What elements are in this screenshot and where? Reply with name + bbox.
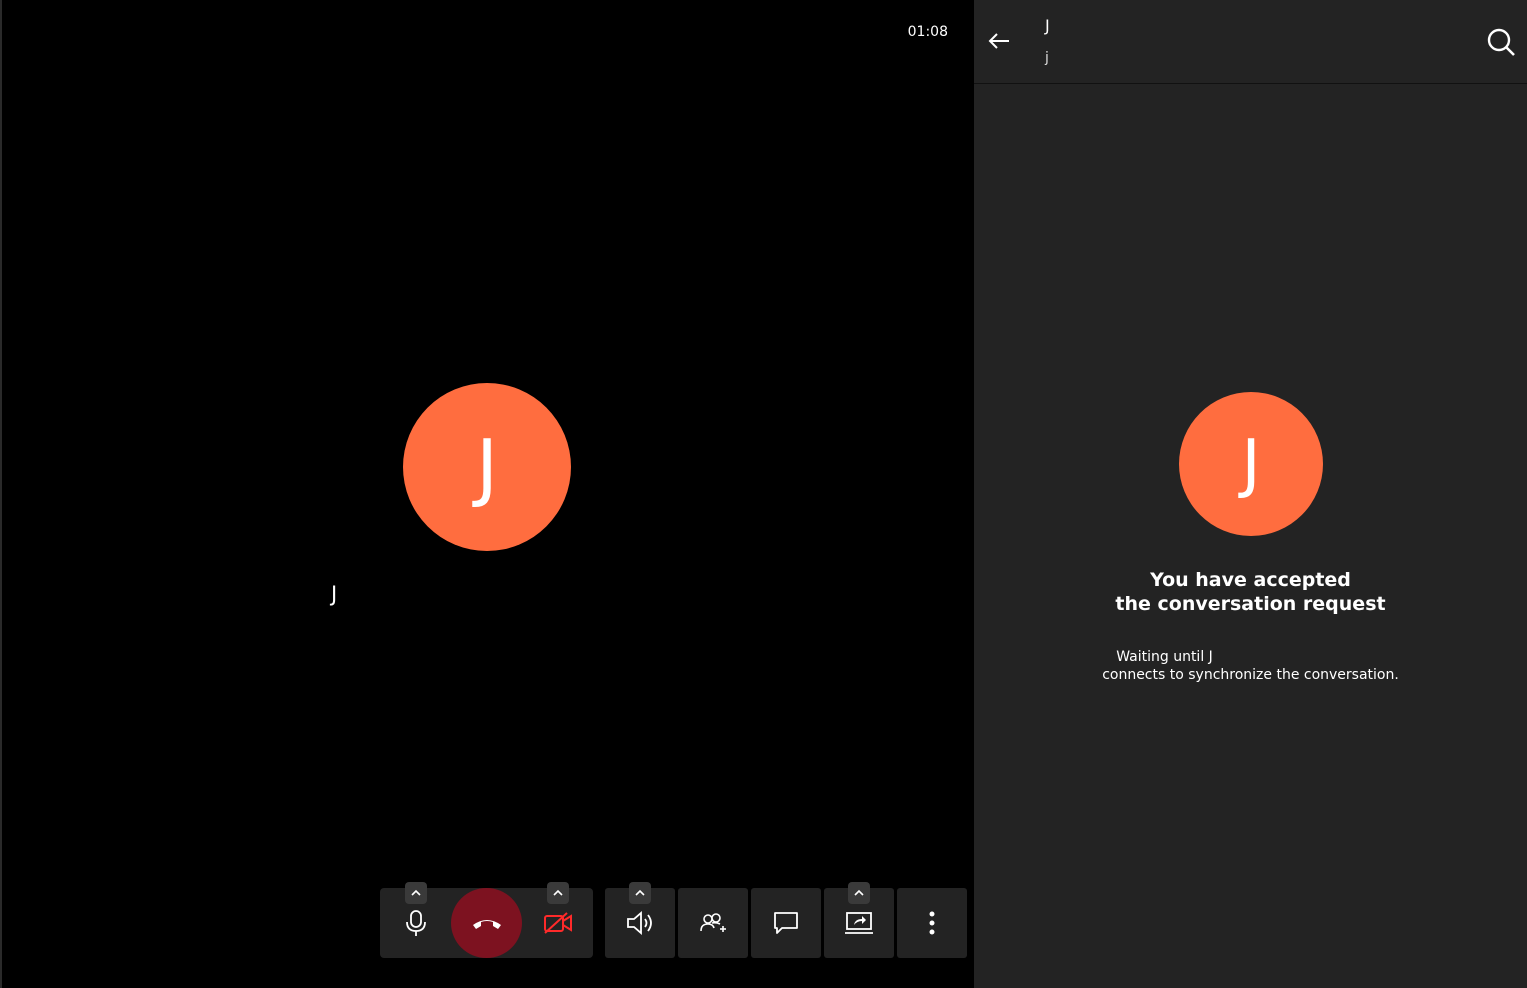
chat-button[interactable] bbox=[751, 888, 821, 958]
hangup-button[interactable] bbox=[451, 888, 522, 958]
camera-options-caret[interactable] bbox=[546, 882, 569, 904]
chat-panel: J j J You have accepted the conversation… bbox=[974, 0, 1527, 988]
screen-share-button[interactable] bbox=[824, 882, 894, 958]
call-controls-primary bbox=[380, 882, 593, 958]
chevron-up-icon bbox=[410, 889, 421, 896]
call-timer: 01:08 bbox=[907, 24, 948, 40]
microphone-icon bbox=[405, 910, 426, 936]
contact-id: j bbox=[1045, 50, 1049, 66]
participant-avatar: J bbox=[403, 383, 571, 551]
contact-avatar: J bbox=[1179, 392, 1323, 536]
camera-off-icon bbox=[543, 912, 572, 934]
more-vertical-icon bbox=[929, 911, 935, 935]
call-view: 01:08 J J bbox=[0, 0, 974, 988]
speaker-icon bbox=[627, 911, 652, 935]
accepted-line-2: the conversation request bbox=[1115, 593, 1386, 615]
waiting-line-1: Waiting until J bbox=[1116, 649, 1213, 665]
mute-button[interactable] bbox=[380, 882, 451, 958]
waiting-message: Waiting until J connects to synchronize … bbox=[974, 648, 1527, 684]
camera-toggle-button[interactable] bbox=[522, 882, 593, 958]
speaker-options-caret[interactable] bbox=[629, 882, 651, 904]
search-button[interactable] bbox=[1485, 26, 1517, 58]
phone-hangup-icon bbox=[472, 920, 501, 929]
participant-name: J bbox=[331, 582, 338, 606]
more-options-button[interactable] bbox=[897, 888, 967, 958]
add-participant-icon bbox=[700, 913, 726, 932]
accepted-line-1: You have accepted bbox=[1150, 569, 1351, 591]
add-participant-button[interactable] bbox=[678, 888, 748, 958]
accepted-message: You have accepted the conversation reque… bbox=[974, 568, 1527, 616]
call-controls-secondary bbox=[605, 882, 971, 958]
mic-options-caret[interactable] bbox=[404, 882, 427, 904]
search-icon bbox=[1487, 28, 1515, 56]
arrow-left-icon bbox=[988, 33, 1009, 49]
chat-bubble-icon bbox=[774, 912, 798, 934]
chevron-up-icon bbox=[635, 889, 645, 896]
screen-share-icon bbox=[845, 912, 873, 934]
chat-header: J j bbox=[974, 0, 1527, 84]
chevron-up-icon bbox=[552, 889, 563, 896]
speaker-button[interactable] bbox=[605, 882, 675, 958]
screen-share-options-caret[interactable] bbox=[848, 882, 870, 904]
waiting-line-2: connects to synchronize the conversation… bbox=[1102, 667, 1399, 683]
contact-name: J bbox=[1045, 16, 1050, 35]
chevron-up-icon bbox=[854, 889, 864, 896]
back-button[interactable] bbox=[986, 28, 1012, 54]
